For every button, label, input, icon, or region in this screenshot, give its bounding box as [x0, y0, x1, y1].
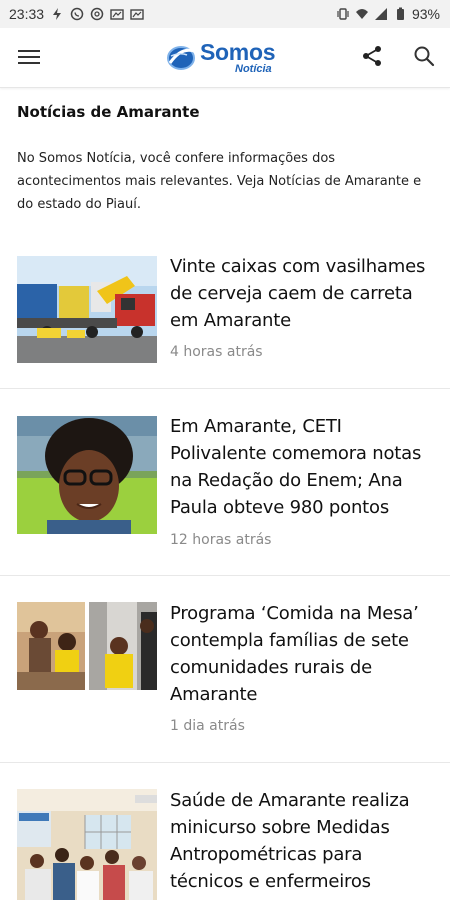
article-thumbnail	[17, 256, 157, 363]
logo-subtext: Notícia	[235, 63, 272, 75]
threads-icon	[90, 7, 104, 21]
article-item[interactable]: Em Amarante, CETI Polivalente comemora n…	[0, 400, 450, 575]
divider	[0, 575, 450, 576]
article-time: 4 horas atrás	[170, 344, 263, 360]
article-thumbnail	[17, 789, 157, 900]
flash-icon	[53, 8, 62, 20]
logo-mark-icon	[167, 46, 195, 70]
vibrate-icon	[337, 8, 349, 20]
signal-icon	[374, 8, 387, 20]
article-time: 1 dia atrás	[170, 718, 245, 734]
status-time: 23:33	[9, 6, 45, 22]
site-logo[interactable]: Somos Notícia	[165, 39, 290, 77]
share-icon[interactable]	[360, 44, 384, 68]
divider	[0, 388, 450, 389]
article-item[interactable]: Vinte caixas com vasilhames de cerveja c…	[0, 250, 450, 388]
gallery-icon	[110, 9, 124, 20]
status-bar-left: 23:33	[9, 6, 144, 22]
status-bar-right: 93%	[336, 6, 440, 22]
article-thumbnail	[17, 602, 157, 690]
article-title: Em Amarante, CETI Polivalente comemora n…	[170, 416, 422, 518]
logo-text: Somos	[200, 39, 276, 65]
article-title: Saúde de Amarante realiza minicurso sobr…	[170, 790, 410, 892]
whatsapp-icon	[70, 7, 84, 21]
article-title: Programa ‘Comida na Mesa’ contempla famí…	[170, 603, 419, 705]
divider	[0, 762, 450, 763]
page-title: Notícias de Amarante	[17, 103, 200, 121]
page-description: No Somos Notícia, você confere informaçõ…	[17, 151, 422, 212]
article-thumbnail	[17, 416, 157, 534]
battery-percent: 93%	[411, 6, 440, 22]
search-icon[interactable]	[413, 45, 435, 67]
gallery-icon	[130, 9, 144, 20]
article-title: Vinte caixas com vasilhames de cerveja c…	[170, 256, 426, 331]
battery-icon	[396, 7, 404, 20]
menu-button[interactable]	[18, 46, 42, 68]
article-item[interactable]: Programa ‘Comida na Mesa’ contempla famí…	[0, 588, 450, 762]
wifi-icon	[355, 9, 368, 19]
status-bar: 23:33 93%	[0, 0, 450, 28]
article-time: 12 horas atrás	[170, 532, 272, 548]
app-header: Somos Notícia	[0, 28, 450, 88]
hamburger-icon	[18, 50, 40, 52]
article-item[interactable]: Saúde de Amarante realiza minicurso sobr…	[0, 775, 450, 900]
